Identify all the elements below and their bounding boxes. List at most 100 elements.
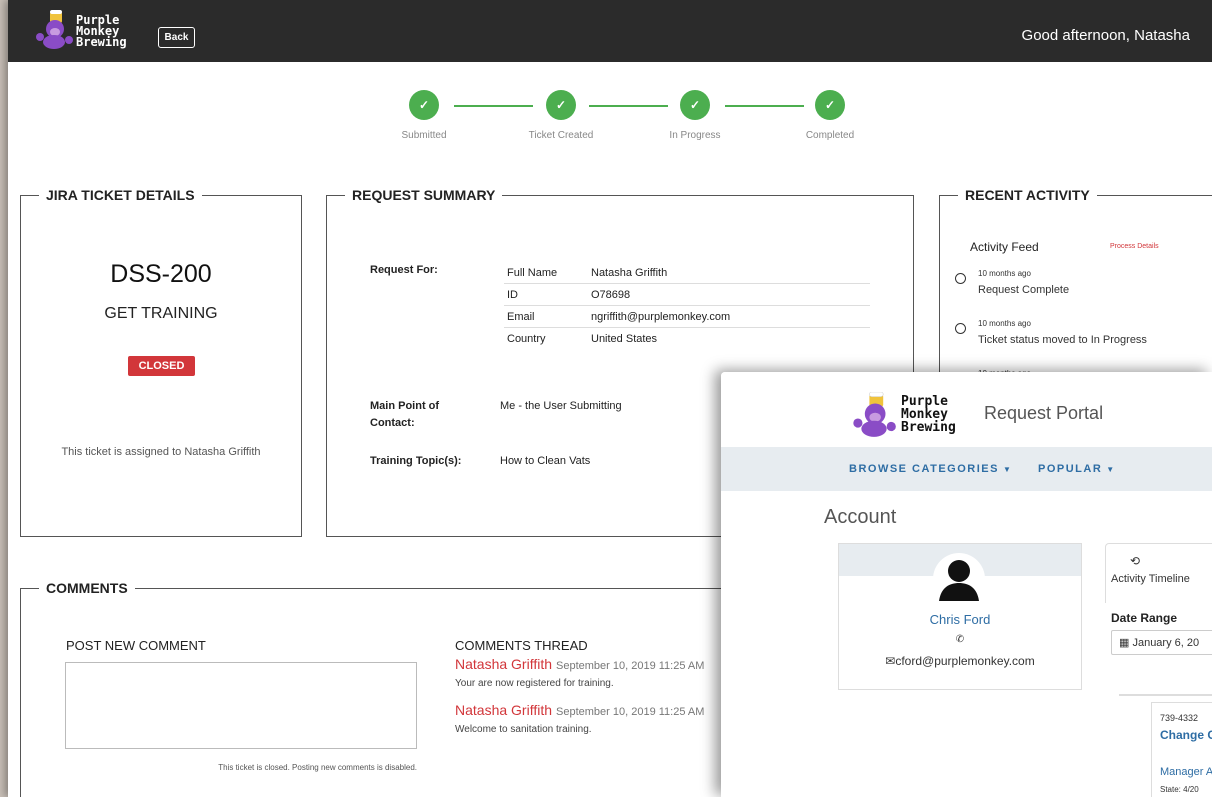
comment-textarea[interactable] [65,662,417,749]
account-title: Account [824,506,897,528]
assigned-text: This ticket is assigned to Natasha Griff… [61,446,261,458]
activity-time: 10 months ago [978,319,1031,328]
portal-nav: BROWSE CATEGORIES ▼ POPULAR ▼ [721,447,1212,491]
portal-header: Purple Monkey Brewing Request Portal [721,372,1212,447]
topic-value: How to Clean Vats [500,455,591,467]
request-title[interactable]: Change C [1160,728,1212,742]
request-for-table: Full Name Natasha Griffith ID O78698 Email… [504,262,870,350]
row-key: Country [507,333,546,345]
row-key: Email [507,310,535,323]
request-manager[interactable]: Manager A [1160,766,1212,778]
logo-text: Purple Monkey Brewing [76,14,127,49]
phone-icon: ✆ [955,634,965,645]
contact-label: Main Point of Contact: [370,400,440,429]
table-row: ID O78698 [504,284,870,306]
check-icon: ✓ [680,90,710,120]
monkey-logo-icon [36,10,73,49]
check-icon: ✓ [815,90,845,120]
step-label: In Progress [669,130,721,141]
section-title: COMMENTS [46,580,128,596]
caret-down-icon: ▼ [1106,465,1116,474]
activity-desc: Request Complete [978,284,1070,296]
history-icon: ⟲ [1130,554,1141,568]
check-icon: ✓ [546,90,576,120]
jira-ticket-panel: JIRA TICKET DETAILS DSS-200 GET TRAINING… [20,187,302,537]
progress-tracker: ✓ Submitted ✓ Ticket Created ✓ In Progre… [388,90,868,150]
status-badge: CLOSED [128,356,195,376]
comment-author[interactable]: Natasha Griffith [455,702,552,718]
section-title: JIRA TICKET DETAILS [46,187,195,203]
step-completed: ✓ Completed [780,90,880,141]
date-range-label: Date Range [1111,611,1178,625]
step-label: Completed [805,130,855,141]
nav-label: BROWSE CATEGORIES [849,463,999,475]
calendar-icon: ▦ [1119,637,1133,649]
ticket-id: DSS-200 [110,260,212,288]
profile-card: Chris Ford ✆ ✉cford@purplemonkey.com [838,543,1082,690]
greeting: Good afternoon, Natasha [1022,27,1190,44]
step-submitted: ✓ Submitted [374,90,474,141]
row-value: ngriffith@purplemonkey.com [591,310,731,323]
comment-date: September 10, 2019 11:25 AM [556,706,705,718]
tab-activity-timeline[interactable]: ⟲ Activity Timeline [1105,543,1212,603]
envelope-icon: ✉ [885,654,896,668]
comment-date: September 10, 2019 11:25 AM [556,660,705,672]
request-for-label: Request For: [370,264,438,276]
table-row: Full Name Natasha Griffith [504,262,870,284]
tab-label: Activity Timeline [1111,573,1190,585]
email-text: cford@purplemonkey.com [895,654,1035,668]
table-row: Email ngriffith@purplemonkey.com [504,306,870,328]
section-title: RECENT ACTIVITY [965,187,1090,203]
nav-popular[interactable]: POPULAR ▼ [1038,463,1116,475]
brand-logo[interactable]: Purple Monkey Brewing [32,10,162,56]
ticket-title: GET TRAINING [104,305,218,322]
section-title: REQUEST SUMMARY [352,187,496,203]
divider [1119,694,1212,696]
step-label: Submitted [401,130,447,141]
comment-author[interactable]: Natasha Griffith [455,656,552,672]
portal-logo[interactable]: Purple Monkey Brewing [848,392,973,440]
activity-time: 10 months ago [978,269,1031,278]
process-details-link[interactable]: Process Details [1110,243,1159,250]
user-silhouette-icon [939,560,979,601]
greeting-prefix: Good afternoon, [1021,27,1135,44]
comments-thread-heading: COMMENTS THREAD [455,638,588,653]
top-bar: Purple Monkey Brewing Back Good afternoo… [8,0,1212,62]
date-range-value: January 6, 20 [1132,637,1200,649]
nav-browse-categories[interactable]: BROWSE CATEGORIES ▼ [849,463,1012,475]
greeting-name: Natasha [1134,27,1190,44]
logo-line-3: Brewing [76,35,127,49]
check-icon: ✓ [409,90,439,120]
activity-desc: Ticket status moved to In Progress [978,334,1147,346]
row-value: Natasha Griffith [591,266,668,279]
back-button[interactable]: Back [158,27,195,48]
request-card[interactable]: 739-4332 Change C Manager A State: 4/20 [1151,702,1212,797]
row-key: Full Name [507,266,558,279]
step-label: Ticket Created [528,130,594,141]
avatar [933,553,985,605]
logo-text: Purple Monkey Brewing [901,395,956,434]
step-in-progress: ✓ In Progress [645,90,745,141]
row-key: ID [507,288,518,301]
step-ticket-created: ✓ Ticket Created [511,90,611,141]
profile-email: ✉cford@purplemonkey.com [839,654,1081,668]
profile-name[interactable]: Chris Ford [839,612,1081,627]
monkey-logo-icon [853,392,896,437]
date-range-input[interactable]: ▦ January 6, 20 [1111,630,1212,655]
portal-title: Request Portal [984,403,1104,423]
row-value: United States [591,333,658,345]
nav-label: POPULAR [1038,463,1103,475]
topic-label: Training Topic(s): [370,455,462,467]
comment-text: Your are now registered for training. [455,678,614,689]
comment-item: Natasha Griffith September 10, 2019 11:25… [455,702,704,735]
request-number: 739-4332 [1160,713,1199,723]
timeline-dot-icon [955,323,966,334]
activity-feed-title: Activity Feed [970,240,1039,254]
contact-value: Me - the User Submitting [500,400,622,412]
timeline-dot-icon [955,273,966,284]
logo-line-3: Brewing [901,420,956,435]
request-state: State: 4/20 [1160,785,1199,794]
post-comment-heading: POST NEW COMMENT [66,638,206,653]
comments-closed-note: This ticket is closed. Posting new comme… [218,763,417,772]
comment-text: Welcome to sanitation training. [455,724,592,735]
